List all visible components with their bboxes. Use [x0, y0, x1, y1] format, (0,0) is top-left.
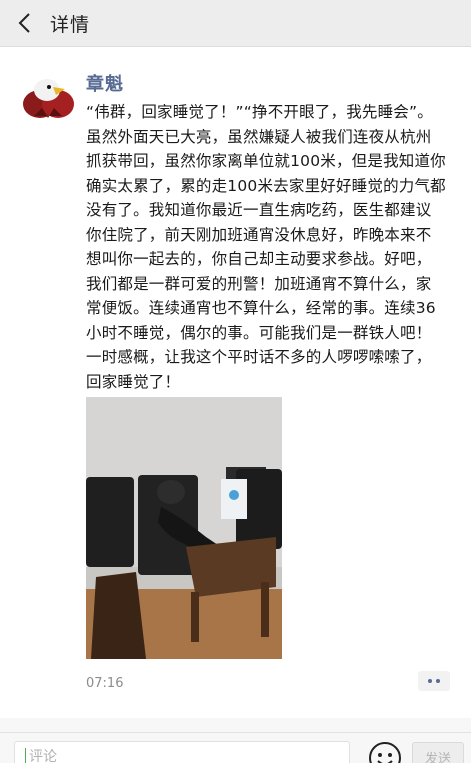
smiley-icon	[369, 742, 401, 763]
comment-bar: 评论 发送	[0, 732, 471, 763]
post-time: 07:16	[86, 676, 124, 691]
eagle-mascot-icon	[23, 79, 74, 118]
send-button[interactable]: 发送	[412, 742, 464, 763]
top-bar: 详情	[0, 0, 471, 47]
photo-office-sleeping-icon	[86, 397, 282, 659]
back-button[interactable]	[2, 0, 48, 46]
comment-input[interactable]: 评论	[14, 741, 350, 763]
chevron-left-icon	[18, 13, 30, 33]
text-caret	[25, 748, 26, 763]
author-name[interactable]: 章魁	[86, 70, 124, 96]
more-actions-button[interactable]	[418, 671, 450, 691]
emoji-button[interactable]	[368, 741, 402, 763]
avatar[interactable]	[20, 70, 76, 126]
post-text: “伟群，回家睡觉了！”“挣不开眼了，我先睡会”。虽然外面天已大亮，虽然嫌疑人被我…	[86, 103, 446, 391]
comment-placeholder: 评论	[29, 749, 57, 763]
page-title: 详情	[50, 13, 91, 36]
post-detail-page: 详情 章魁 “伟群，回家睡觉了！”“挣不开眼了，我先睡会”。虽然外面天已大亮，虽…	[0, 0, 471, 763]
dot-icon	[436, 679, 440, 683]
divider	[0, 718, 471, 732]
post-photo[interactable]	[86, 397, 282, 659]
dot-icon	[428, 679, 432, 683]
